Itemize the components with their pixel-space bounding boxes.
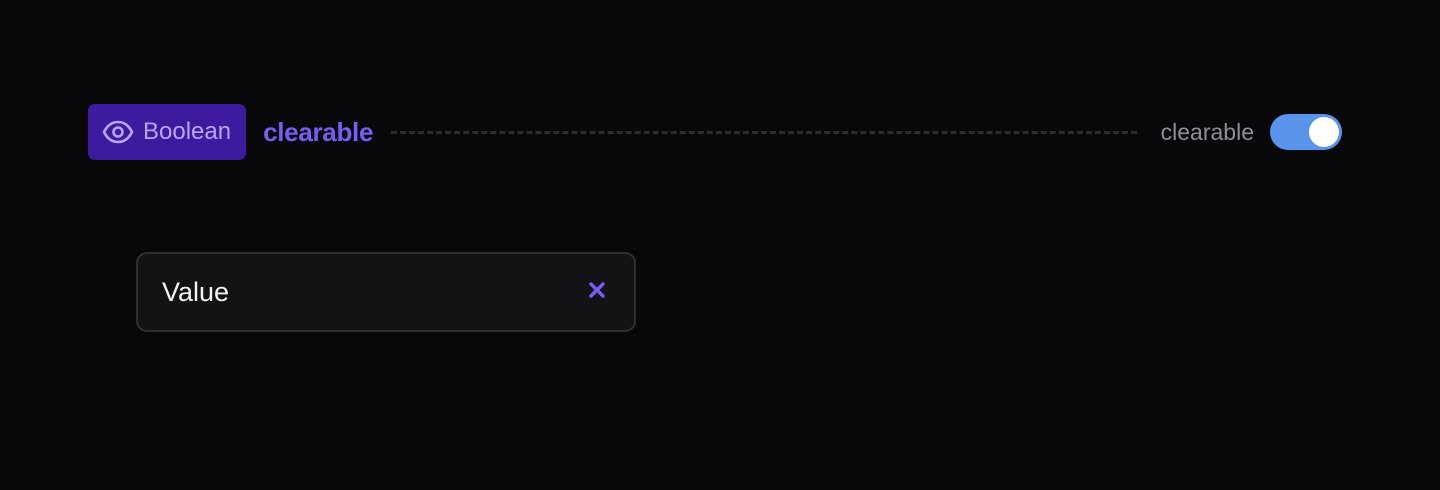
prop-name: clearable xyxy=(263,116,374,147)
text-field xyxy=(136,252,636,332)
eye-icon xyxy=(102,120,134,144)
toggle-knob xyxy=(1309,117,1339,147)
close-icon xyxy=(588,281,606,304)
clearable-toggle[interactable] xyxy=(1270,114,1342,150)
prop-row: Boolean clearable clearable xyxy=(88,104,1342,160)
type-badge-label: Boolean xyxy=(143,118,232,145)
playground-page: Boolean clearable clearable xyxy=(0,0,1440,490)
toggle-label: clearable xyxy=(1160,118,1254,145)
value-input[interactable] xyxy=(162,276,584,308)
type-badge: Boolean xyxy=(88,104,247,160)
clear-button[interactable] xyxy=(584,279,610,305)
dotted-leader xyxy=(391,130,1137,134)
